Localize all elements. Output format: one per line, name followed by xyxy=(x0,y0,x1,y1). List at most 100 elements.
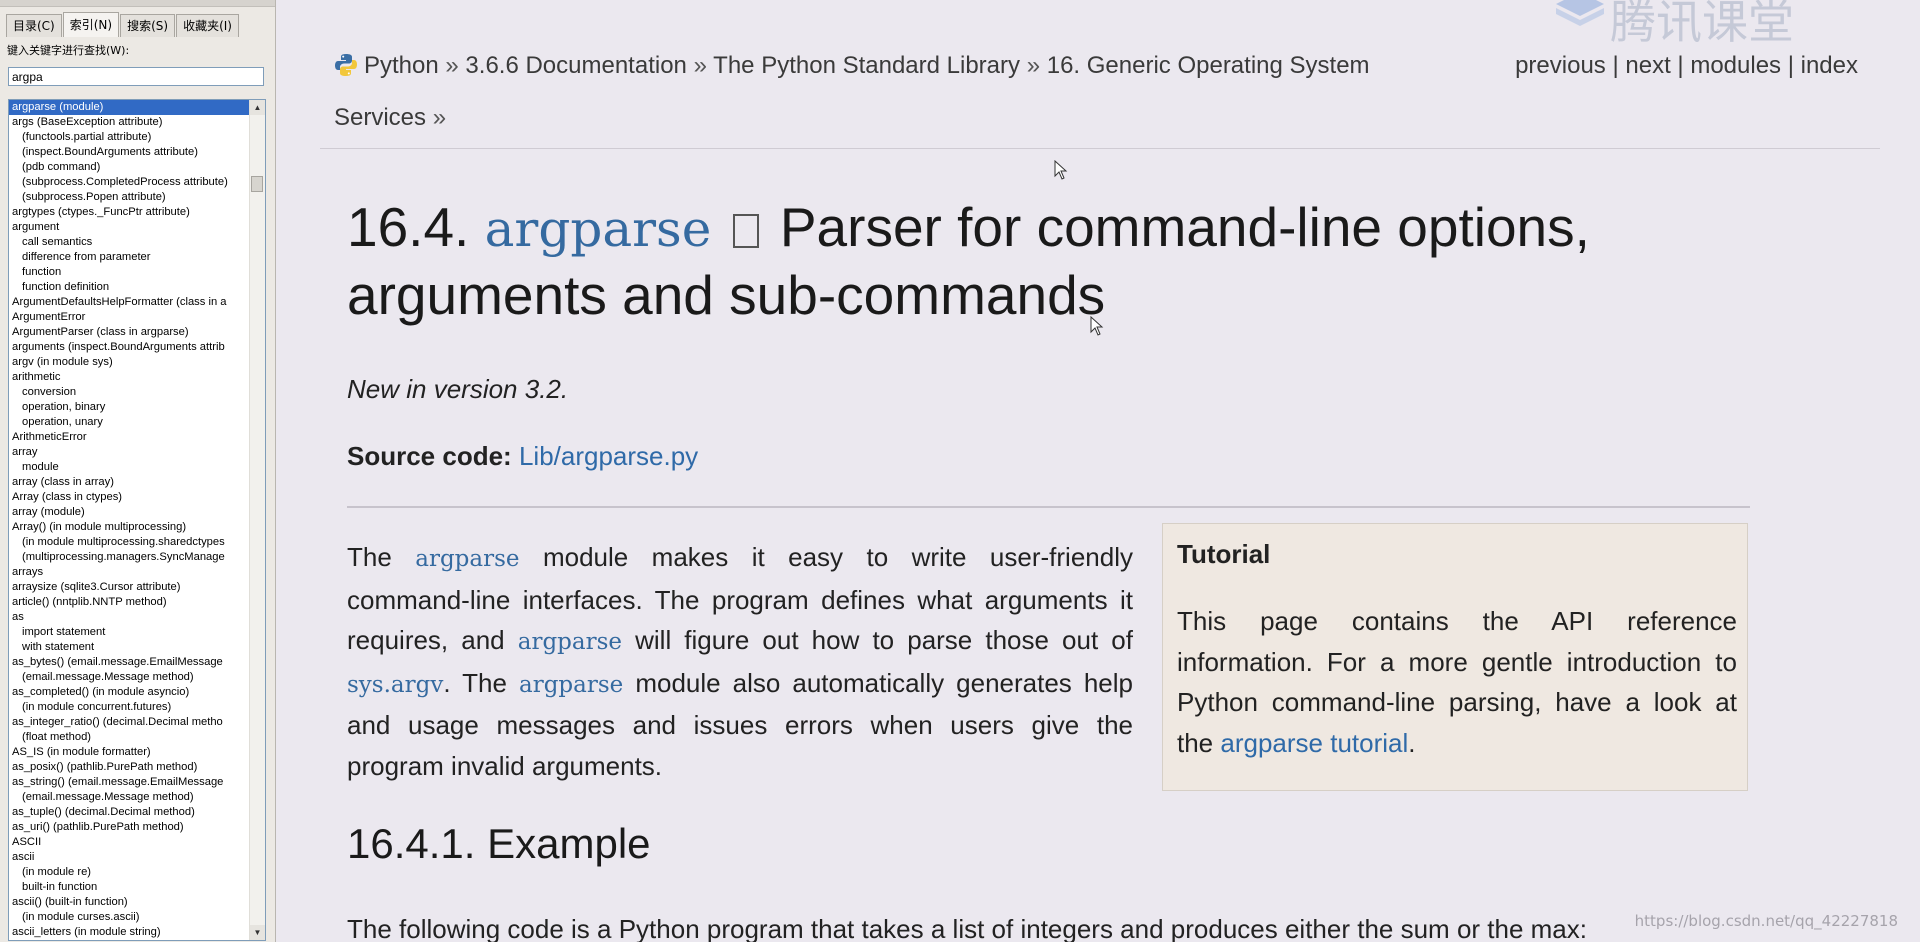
index-item[interactable]: (in module multiprocessing.sharedctypes xyxy=(9,535,250,550)
related-nav: previous | next | modules | index xyxy=(1515,40,1858,92)
index-item[interactable]: (functools.partial attribute) xyxy=(9,130,250,145)
index-item[interactable]: (float method) xyxy=(9,730,250,745)
index-item[interactable]: ascii_letters (in module string) xyxy=(9,925,250,940)
index-item[interactable]: AS_IS (in module formatter) xyxy=(9,745,250,760)
sys-argv-code-link[interactable]: sys.argv xyxy=(347,672,443,698)
index-item[interactable]: (email.message.Message method) xyxy=(9,790,250,805)
index-item[interactable]: ArgumentError xyxy=(9,310,250,325)
index-item[interactable]: argument xyxy=(9,220,250,235)
title-line2: arguments and sub-commands xyxy=(347,264,1106,326)
example-heading: 16.4.1. Example xyxy=(347,820,651,867)
index-item[interactable]: ArithmeticError xyxy=(9,430,250,445)
index-item[interactable]: function definition xyxy=(9,280,250,295)
mouse-cursor-icon xyxy=(1054,160,1068,180)
argparse-code-link[interactable]: argparse xyxy=(519,672,623,698)
index-item[interactable]: as_tuple() (decimal.Decimal method) xyxy=(9,805,250,820)
breadcrumb-separator: » xyxy=(1026,52,1041,79)
index-item[interactable]: as_uri() (pathlib.PurePath method) xyxy=(9,820,250,835)
version-note: New in version 3.2. xyxy=(347,374,569,404)
modules-link[interactable]: modules xyxy=(1690,52,1781,79)
index-item[interactable]: with statement xyxy=(9,640,250,655)
index-item[interactable]: (email.message.Message method) xyxy=(9,670,250,685)
argparse-tutorial-link[interactable]: argparse tutorial xyxy=(1220,728,1408,758)
index-item[interactable]: as_posix() (pathlib.PurePath method) xyxy=(9,760,250,775)
index-item[interactable]: (inspect.BoundArguments attribute) xyxy=(9,145,250,160)
keyword-input[interactable] xyxy=(8,67,264,86)
index-item[interactable]: array (module) xyxy=(9,505,250,520)
breadcrumb-python[interactable]: Python xyxy=(364,52,439,79)
index-list[interactable]: argparse (module) args (BaseException att… xyxy=(8,99,266,941)
index-item[interactable]: module xyxy=(9,460,250,475)
nav-pipe: | xyxy=(1787,52,1794,79)
index-item[interactable]: (subprocess.CompletedProcess attribute) xyxy=(9,175,250,190)
tutorial-body: This page contains the API reference inf… xyxy=(1177,601,1737,763)
index-item[interactable]: article() (nntplib.NNTP method) xyxy=(9,595,250,610)
index-item[interactable]: (in module concurrent.futures) xyxy=(9,700,250,715)
breadcrumb-standard-library[interactable]: The Python Standard Library xyxy=(713,52,1020,79)
scroll-thumb[interactable] xyxy=(251,176,263,192)
index-item[interactable]: import statement xyxy=(9,625,250,640)
index-item[interactable]: difference from parameter xyxy=(9,250,250,265)
index-item[interactable]: (subprocess.Popen attribute) xyxy=(9,190,250,205)
index-item[interactable]: (multiprocessing.managers.SyncManage xyxy=(9,550,250,565)
index-link[interactable]: index xyxy=(1801,52,1858,79)
tab-search[interactable]: 搜索(S) xyxy=(120,14,176,37)
index-item[interactable]: argtypes (ctypes._FuncPtr attribute) xyxy=(9,205,250,220)
index-item[interactable]: ascii() (built-in function) xyxy=(9,895,250,910)
index-item[interactable]: as_bytes() (email.message.EmailMessage xyxy=(9,655,250,670)
pane-tabs: 目录(C) 索引(N) 搜索(S) 收藏夹(I) xyxy=(6,12,240,38)
tab-index[interactable]: 索引(N) xyxy=(62,12,120,37)
source-code-link[interactable]: Lib/argparse.py xyxy=(519,441,698,471)
index-item[interactable]: as xyxy=(9,610,250,625)
index-item[interactable]: as_string() (email.message.EmailMessage xyxy=(9,775,250,790)
example-intro-text: The following code is a Python program t… xyxy=(347,914,1587,942)
breadcrumb-documentation[interactable]: 3.6.6 Documentation xyxy=(465,52,686,79)
tutorial-sidebar-box: Tutorial This page contains the API refe… xyxy=(1162,523,1748,791)
title-line1: Parser for command-line options, xyxy=(779,196,1590,258)
index-item[interactable]: arithmetic xyxy=(9,370,250,385)
scroll-down-arrow-icon[interactable]: ▼ xyxy=(250,925,265,940)
index-item[interactable]: conversion xyxy=(9,385,250,400)
index-item[interactable]: ArgumentParser (class in argparse) xyxy=(9,325,250,340)
tab-contents[interactable]: 目录(C) xyxy=(6,14,62,37)
mouse-cursor-icon xyxy=(1090,316,1104,336)
index-item[interactable]: arraysize (sqlite3.Cursor attribute) xyxy=(9,580,250,595)
index-item[interactable]: array xyxy=(9,445,250,460)
title-module-name[interactable]: argparse xyxy=(485,200,712,258)
index-item[interactable]: arrays xyxy=(9,565,250,580)
next-link[interactable]: next xyxy=(1625,52,1670,79)
breadcrumb-generic-os-services[interactable]: 16. Generic Operating System xyxy=(1047,52,1370,79)
index-item[interactable]: as_integer_ratio() (decimal.Decimal meth… xyxy=(9,715,250,730)
breadcrumb-generic-os-services-cont[interactable]: Services xyxy=(334,104,426,131)
index-scrollbar[interactable]: ▲ ▼ xyxy=(249,100,265,940)
index-item[interactable]: ascii xyxy=(9,850,250,865)
index-item[interactable]: as_completed() (in module asyncio) xyxy=(9,685,250,700)
tab-favorites[interactable]: 收藏夹(I) xyxy=(176,14,239,37)
index-item[interactable]: (in module re) xyxy=(9,865,250,880)
previous-link[interactable]: previous xyxy=(1515,52,1606,79)
index-item[interactable]: Array() (in module multiprocessing) xyxy=(9,520,250,535)
argparse-code-link[interactable]: argparse xyxy=(415,546,519,572)
document-pane: 腾讯课堂 Python » 3.6.6 Documentation » The … xyxy=(282,0,1920,942)
index-item[interactable]: args (BaseException attribute) xyxy=(9,115,250,130)
index-item[interactable]: array (class in array) xyxy=(9,475,250,490)
index-item[interactable]: (in module curses.ascii) xyxy=(9,910,250,925)
argparse-code-link[interactable]: argparse xyxy=(518,629,622,655)
index-item[interactable]: ArgumentDefaultsHelpFormatter (class in … xyxy=(9,295,250,310)
nav-pipe: | xyxy=(1612,52,1619,79)
scroll-up-arrow-icon[interactable]: ▲ xyxy=(250,100,265,115)
index-item[interactable]: argparse (module) xyxy=(9,100,250,115)
index-item[interactable]: function xyxy=(9,265,250,280)
tencent-classroom-logo-icon xyxy=(1556,0,1604,26)
index-item[interactable]: argv (in module sys) xyxy=(9,355,250,370)
index-item[interactable]: (pdb command) xyxy=(9,160,250,175)
index-item[interactable]: arguments (inspect.BoundArguments attrib xyxy=(9,340,250,355)
index-item[interactable]: operation, unary xyxy=(9,415,250,430)
index-item[interactable]: Array (class in ctypes) xyxy=(9,490,250,505)
index-item[interactable]: built-in function xyxy=(9,880,250,895)
index-item[interactable]: ASCII xyxy=(9,835,250,850)
index-item[interactable]: operation, binary xyxy=(9,400,250,415)
index-item[interactable]: call semantics xyxy=(9,235,250,250)
tutorial-title: Tutorial xyxy=(1177,539,1271,569)
menu-bar xyxy=(0,0,275,7)
